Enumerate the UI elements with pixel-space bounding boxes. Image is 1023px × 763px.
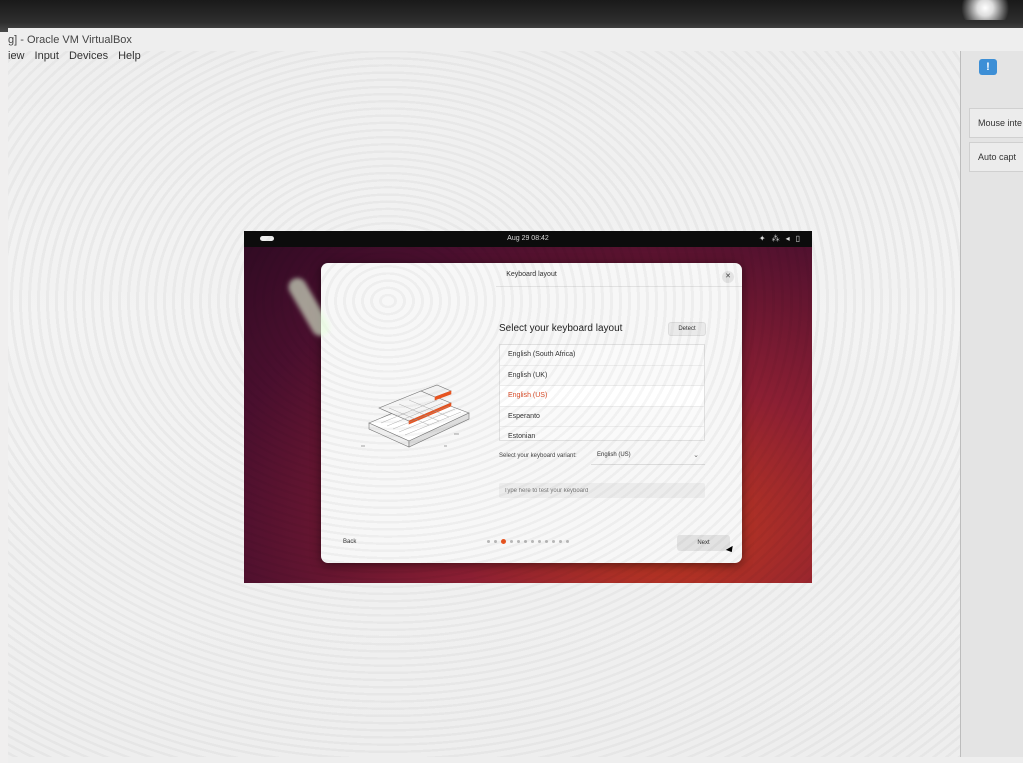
back-button[interactable]: Back: [339, 535, 379, 549]
light-glare: [960, 0, 1023, 20]
progress-dot: [517, 540, 520, 543]
notification-panel: ! Mouse inte Auto capt: [960, 51, 1023, 757]
page-heading: Select your keyboard layout: [499, 323, 623, 334]
accessibility-icon: ✦: [758, 234, 766, 243]
menu-devices[interactable]: Devices: [69, 50, 108, 66]
progress-dot: [510, 540, 513, 543]
keyboard-layout-list[interactable]: English (South Africa) English (UK) Engl…: [499, 344, 705, 441]
layout-item-selected[interactable]: English (US): [500, 386, 704, 407]
progress-dot: [559, 540, 562, 543]
battery-icon: ▯: [795, 234, 800, 243]
detect-button[interactable]: Detect: [668, 322, 706, 336]
progress-dot: [552, 540, 555, 543]
close-icon[interactable]: ✕: [722, 271, 734, 283]
network-icon: ⁂: [771, 234, 780, 243]
layout-item[interactable]: English (UK): [500, 366, 704, 386]
progress-dots: [487, 539, 569, 544]
chevron-down-icon: ⌄: [693, 452, 699, 459]
progress-dot: [566, 540, 569, 543]
progress-dot: [524, 540, 527, 543]
variant-dropdown[interactable]: English (US) ⌄: [591, 447, 705, 465]
volume-icon: ◂: [785, 234, 790, 243]
keyboard-illustration-icon: [361, 384, 470, 448]
progress-dot: [538, 540, 541, 543]
layout-item[interactable]: English (South Africa): [500, 345, 704, 366]
variant-value: English (US): [597, 452, 631, 458]
keyboard-test-input[interactable]: [499, 483, 705, 498]
progress-dot: [531, 540, 534, 543]
vm-screen: Aug 29 08:42 ✦ ⁂ ◂ ▯ Keyboard layout ✕ S…: [244, 231, 812, 583]
dialog-title: Keyboard layout: [506, 271, 557, 278]
installer-dialog: Keyboard layout ✕ Select your keyboard l…: [321, 263, 742, 563]
gnome-top-bar: Aug 29 08:42 ✦ ⁂ ◂ ▯: [244, 231, 812, 247]
info-icon[interactable]: !: [979, 59, 997, 75]
auto-capture-notice[interactable]: Auto capt: [969, 142, 1023, 172]
clock[interactable]: Aug 29 08:42: [244, 235, 812, 242]
mouse-integration-notice[interactable]: Mouse inte: [969, 108, 1023, 138]
menu-help[interactable]: Help: [118, 50, 141, 66]
progress-dot: [545, 540, 548, 543]
layout-item[interactable]: Esperanto: [500, 407, 704, 427]
progress-dot-active: [501, 539, 506, 544]
progress-dot: [494, 540, 497, 543]
menu-bar: iew Input Devices Help: [8, 50, 141, 66]
variant-label: Select your keyboard variant:: [499, 453, 577, 459]
next-button[interactable]: Next: [677, 535, 730, 551]
system-status-area[interactable]: ✦ ⁂ ◂ ▯: [759, 234, 800, 243]
progress-dot: [487, 540, 490, 543]
layout-item[interactable]: Estonian: [500, 427, 704, 440]
window-title: g] - Oracle VM VirtualBox: [8, 34, 132, 46]
menu-view[interactable]: iew: [8, 50, 25, 66]
title-divider: [496, 286, 742, 287]
menu-input[interactable]: Input: [35, 50, 59, 66]
